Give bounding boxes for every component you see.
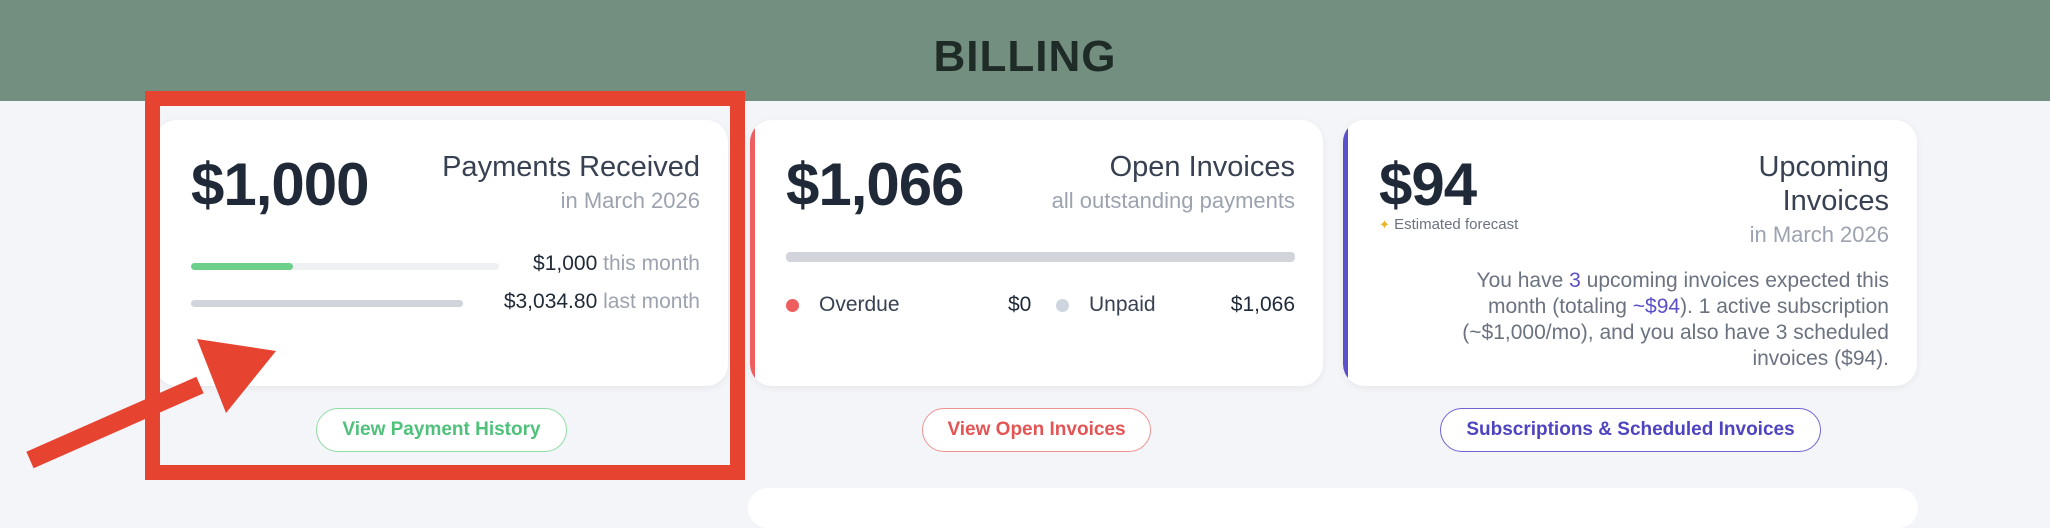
card-accent <box>750 120 755 386</box>
unpaid-label: Unpaid <box>1089 293 1156 316</box>
summary-text-1: You have <box>1476 269 1570 292</box>
open-invoices-subtitle: all outstanding payments <box>1051 188 1295 213</box>
upcoming-title: Upcoming Invoices <box>1758 150 1889 218</box>
open-invoices-amount: $1,066 <box>786 151 965 218</box>
overdue-amount: $0 <box>1008 293 1032 316</box>
page-title: BILLING <box>933 31 1117 81</box>
invoice-status-bar <box>786 252 1295 262</box>
upcoming-invoices-card: $94 ✦ Estimated forecast Upcoming Invoic… <box>1343 120 1917 386</box>
summary-count: 3 <box>1569 269 1581 292</box>
upcoming-title-line1: Upcoming <box>1758 151 1889 183</box>
upcoming-title-line2: Invoices <box>1782 185 1889 217</box>
unpaid-amount: $1,066 <box>1230 293 1295 316</box>
unpaid-dot <box>1056 298 1069 312</box>
open-invoices-card: $1,066 Open Invoices all outstanding pay… <box>750 120 1323 386</box>
sparkle-icon: ✦ <box>1379 217 1390 232</box>
upcoming-amount: $94 <box>1379 151 1477 218</box>
upcoming-subtitle: in March 2026 <box>1749 222 1889 247</box>
unpaid-legend: Unpaid <box>1056 293 1156 317</box>
overdue-label: Overdue <box>819 293 900 316</box>
annotation-highlight-box <box>145 91 745 480</box>
page-header: BILLING <box>0 0 2050 101</box>
next-section-card <box>748 488 1918 528</box>
overdue-legend: Overdue <box>786 293 900 317</box>
overdue-value: $0 <box>1008 293 1031 317</box>
overdue-dot <box>786 298 799 312</box>
upcoming-summary: You have 3 upcoming invoices expected th… <box>1419 268 1889 372</box>
card-accent <box>1343 120 1348 386</box>
estimate-label: Estimated forecast <box>1394 216 1519 233</box>
unpaid-value: $1,066 <box>1231 293 1295 317</box>
open-invoices-title: Open Invoices <box>1109 151 1295 183</box>
view-open-invoices-button[interactable]: View Open Invoices <box>922 408 1151 452</box>
subscriptions-scheduled-invoices-button[interactable]: Subscriptions & Scheduled Invoices <box>1440 408 1821 452</box>
estimate-note: ✦ Estimated forecast <box>1379 216 1518 233</box>
summary-total: ~$94 <box>1632 295 1681 318</box>
